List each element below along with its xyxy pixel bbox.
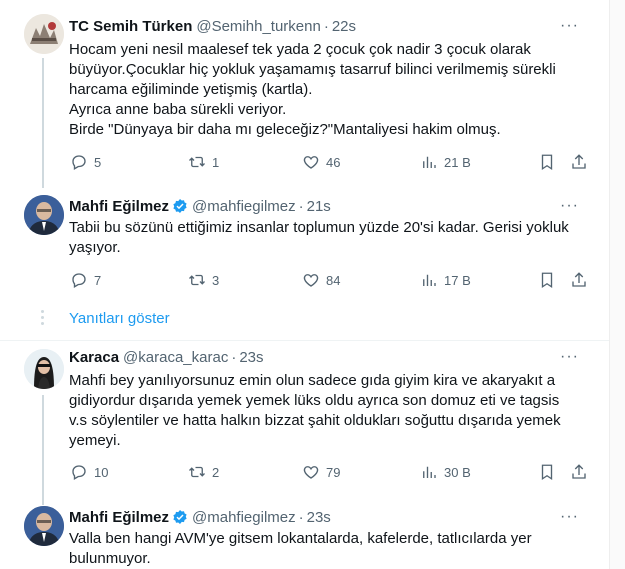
bookmark-icon <box>541 154 553 171</box>
tweet-actions: 7 3 84 17 B <box>60 270 590 290</box>
reply-button[interactable]: 7 <box>70 270 101 290</box>
thread-line <box>42 58 44 188</box>
timestamp[interactable]: 21s <box>307 198 331 215</box>
retweet-icon <box>189 466 205 478</box>
heart-icon <box>303 466 319 479</box>
display-name[interactable]: Karaca <box>69 349 119 366</box>
tweet-text: Tabii bu sözünü ettiğimiz insanlar toplu… <box>69 219 569 256</box>
bookmark-icon <box>541 272 553 289</box>
avatar-image-icon <box>24 14 64 54</box>
thread-line <box>42 395 44 505</box>
views-button[interactable]: 21 B <box>420 152 471 172</box>
more-options-button[interactable]: ··· <box>560 197 579 215</box>
user-handle[interactable]: @karaca_karac <box>123 349 228 366</box>
avatar[interactable] <box>24 506 64 546</box>
heart-icon <box>303 156 319 169</box>
more-options-button[interactable]: ··· <box>560 508 579 526</box>
user-handle[interactable]: @mahfiegilmez <box>192 509 296 526</box>
display-name[interactable]: TC Semih Türken <box>69 18 192 35</box>
heart-icon <box>303 274 319 287</box>
more-options-button[interactable]: ··· <box>560 17 579 35</box>
like-button[interactable]: 46 <box>302 152 340 172</box>
user-handle[interactable]: @mahfiegilmez <box>192 198 296 215</box>
tweet-text: Valla ben hangi AVM'ye gitsem lokantalar… <box>69 530 532 567</box>
avatar[interactable] <box>24 14 64 54</box>
tweet-actions: 5 1 46 21 B <box>60 152 590 172</box>
like-button[interactable]: 84 <box>302 270 340 290</box>
reply-icon <box>72 155 86 170</box>
retweet-button[interactable]: 3 <box>188 270 219 290</box>
views-chart-icon <box>423 156 436 168</box>
scrollbar[interactable] <box>609 0 625 569</box>
tweet-2[interactable]: Mahfi Eğilmez @mahfiegilmez · 21s ··· Tabii… <box>0 185 609 295</box>
avatar[interactable] <box>24 195 64 235</box>
bookmark-button[interactable] <box>538 270 562 290</box>
timestamp[interactable]: 22s <box>332 18 356 35</box>
views-button[interactable]: 30 B <box>420 462 471 482</box>
verified-badge-icon <box>172 198 188 220</box>
tweet-header: Mahfi Eğilmez @mahfiegilmez · 21s <box>69 197 331 217</box>
user-handle[interactable]: @Semihh_turkenn <box>196 18 320 35</box>
tweet-header: Karaca @karaca_karac · 23s <box>69 349 264 366</box>
share-icon <box>572 464 586 479</box>
reply-button[interactable]: 5 <box>70 152 101 172</box>
retweet-icon <box>189 156 205 168</box>
display-name[interactable]: Mahfi Eğilmez <box>69 509 169 526</box>
tweet-4[interactable]: Mahfi Eğilmez @mahfiegilmez · 23s ··· Valla… <box>0 496 609 569</box>
avatar-image-icon <box>24 506 64 546</box>
tweet-actions: 10 2 79 30 B <box>60 462 590 482</box>
share-button[interactable] <box>570 270 594 290</box>
bookmark-button[interactable] <box>538 152 562 172</box>
more-options-button[interactable]: ··· <box>560 348 579 366</box>
views-chart-icon <box>423 274 436 286</box>
timestamp[interactable]: 23s <box>239 349 263 366</box>
tweet-header: Mahfi Eğilmez @mahfiegilmez · 23s <box>69 508 331 528</box>
avatar[interactable] <box>24 349 64 389</box>
retweet-icon <box>189 274 205 286</box>
display-name[interactable]: Mahfi Eğilmez <box>69 198 169 215</box>
tweet-text: Mahfi bey yanılıyorsunuz emin olun sadec… <box>69 372 561 449</box>
share-button[interactable] <box>570 152 594 172</box>
reply-icon <box>72 273 86 288</box>
retweet-button[interactable]: 1 <box>188 152 219 172</box>
verified-badge-icon <box>172 509 188 531</box>
views-chart-icon <box>423 466 436 478</box>
bookmark-icon <box>541 464 553 481</box>
show-replies-link[interactable]: Yanıtları göster <box>69 310 170 327</box>
tweet-text: Hocam yeni nesil maalesef tek yada 2 çoc… <box>69 41 556 138</box>
avatar-image-icon <box>24 195 64 235</box>
like-button[interactable]: 79 <box>302 462 340 482</box>
reply-button[interactable]: 10 <box>70 462 108 482</box>
tweet-1[interactable]: TC Semih Türken @Semihh_turkenn · 22s ··· H… <box>0 0 609 188</box>
avatar-image-icon <box>24 349 64 389</box>
reply-icon <box>72 465 86 480</box>
share-icon <box>572 272 586 287</box>
share-icon <box>572 154 586 169</box>
retweet-button[interactable]: 2 <box>188 462 219 482</box>
bookmark-button[interactable] <box>538 462 562 482</box>
tweet-3[interactable]: Karaca @karaca_karac · 23s ··· Mahfi bey ya… <box>0 341 609 505</box>
share-button[interactable] <box>570 462 594 482</box>
tweet-header: TC Semih Türken @Semihh_turkenn · 22s <box>69 18 357 35</box>
timestamp[interactable]: 23s <box>307 509 331 526</box>
views-button[interactable]: 17 B <box>420 270 471 290</box>
